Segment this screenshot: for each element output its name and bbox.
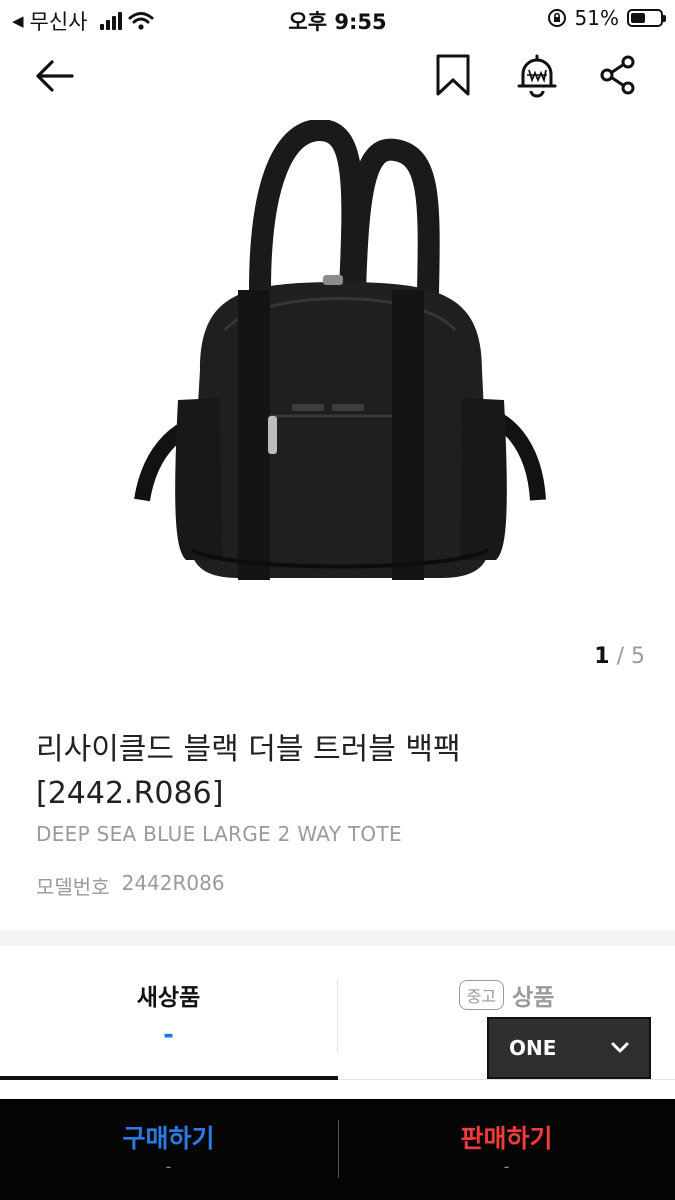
battery-level <box>631 13 645 23</box>
status-bar: ◀ 무신사 오후 9:55 51% <box>0 0 675 38</box>
page-separator: / <box>616 644 624 669</box>
battery-percent: 51% <box>574 6 619 30</box>
backpack-tote-image <box>134 118 546 580</box>
product-image[interactable] <box>110 118 570 600</box>
page-total: 5 <box>631 644 645 669</box>
model-number-value: 2442R086 <box>121 871 225 895</box>
status-right: 51% <box>547 6 666 30</box>
battery-icon <box>627 9 666 27</box>
share-icon <box>600 55 635 95</box>
arrow-left-icon <box>36 60 74 92</box>
section-divider <box>0 930 675 946</box>
buy-label: 구매하기 <box>122 1124 215 1153</box>
share-button[interactable] <box>598 52 638 98</box>
sell-label: 판매하기 <box>460 1124 553 1153</box>
tab-new-label: 새상품 <box>136 985 201 1011</box>
active-tab-indicator <box>0 1076 338 1080</box>
sell-price: - <box>503 1157 510 1176</box>
tab-used-label: 상품 <box>512 985 555 1011</box>
tab-used-title: 중고 상품 <box>338 978 675 1012</box>
size-select[interactable]: ONE <box>487 1017 651 1079</box>
product-title: 리사이클드 블랙 더블 트러블 백팩 [2442.R086] <box>36 732 461 811</box>
bookmark-icon <box>436 54 470 96</box>
page-current: 1 <box>594 644 610 669</box>
product-subtitle: DEEP SEA BLUE LARGE 2 WAY TOTE <box>36 822 402 846</box>
image-page-indicator: 1 / 5 <box>594 644 645 669</box>
buy-button[interactable]: 구매하기 - <box>0 1099 337 1200</box>
tab-new-product[interactable]: 새상품 - <box>0 950 337 1078</box>
price-alert-button[interactable] <box>515 52 557 98</box>
buy-price: - <box>165 1157 172 1176</box>
sell-button[interactable]: 판매하기 - <box>338 1099 675 1200</box>
size-select-value: ONE <box>509 1036 557 1060</box>
used-badge: 중고 <box>458 980 505 1010</box>
price-alert-bell-icon <box>517 54 557 98</box>
model-number-label: 모델번호 <box>36 875 110 899</box>
model-number-row: 모델번호 2442R086 <box>36 871 225 900</box>
chevron-down-icon <box>611 1042 629 1053</box>
bookmark-button[interactable] <box>433 52 473 98</box>
rotation-lock-icon <box>547 9 566 27</box>
back-button[interactable] <box>30 54 78 98</box>
tab-new-price: - <box>163 1020 174 1050</box>
